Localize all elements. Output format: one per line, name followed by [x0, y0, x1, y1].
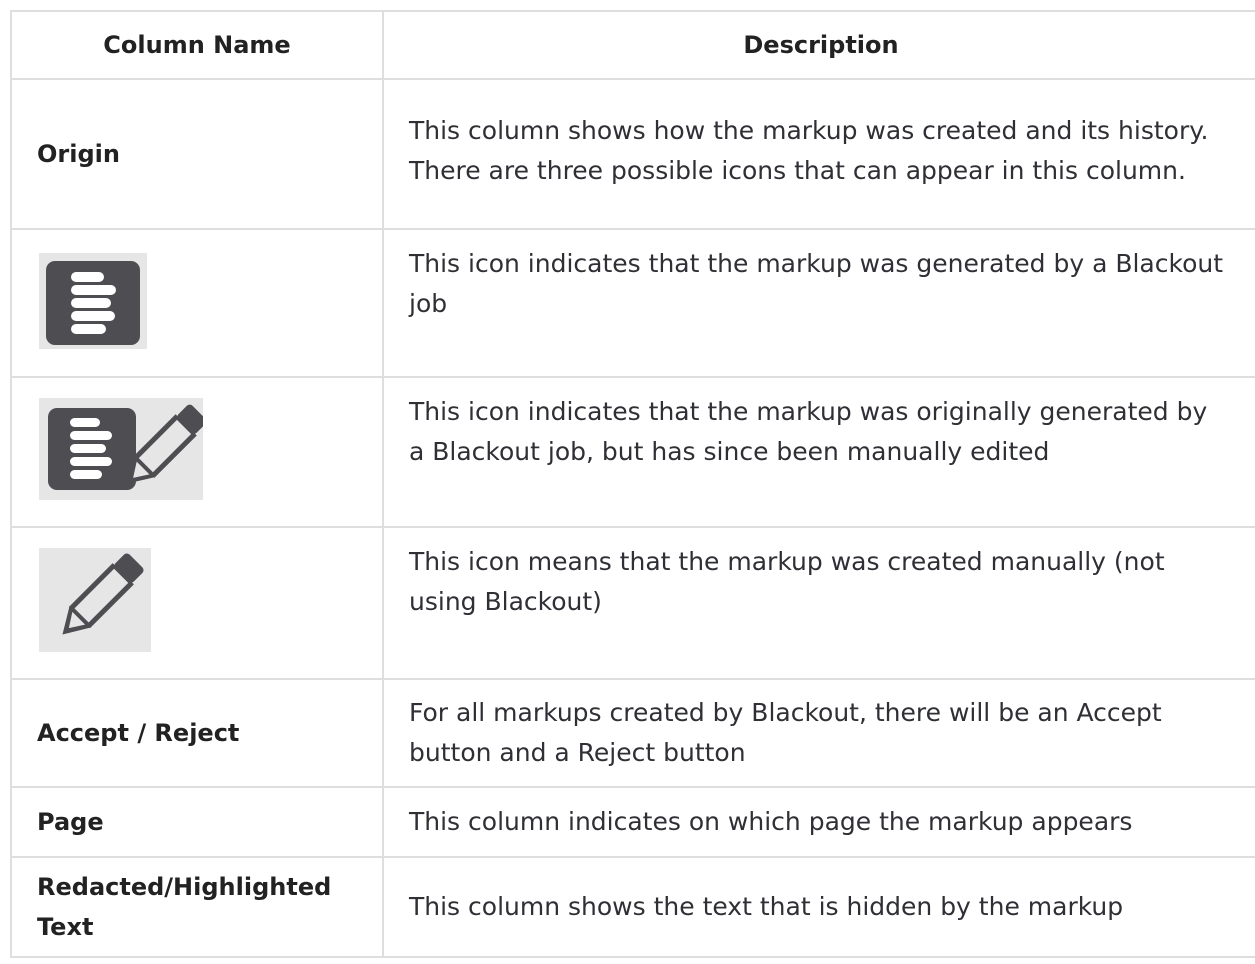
table-row: This icon indicates that the markup was … [10, 376, 1255, 528]
manual-pencil-icon [39, 548, 151, 652]
row-description: This column shows the text that is hidde… [382, 856, 1255, 958]
blackout-job-icon [39, 253, 147, 349]
table-row: Page This column indicates on which page… [10, 786, 1255, 858]
table-row: Accept / Reject For all markups created … [10, 678, 1255, 788]
row-description: This column indicates on which page the … [382, 786, 1255, 858]
row-description: This icon indicates that the markup was … [382, 376, 1255, 528]
table-row: Redacted/Highlighted Text This column sh… [10, 856, 1255, 958]
row-icon-cell [10, 228, 384, 378]
row-name-accept-reject: Accept / Reject [10, 678, 384, 788]
row-name-redacted-text: Redacted/Highlighted Text [10, 856, 384, 958]
header-column-name: Column Name [10, 10, 384, 80]
markup-columns-table: Column Name Description Origin This colu… [10, 10, 1255, 958]
table-row: Origin This column shows how the markup … [10, 78, 1255, 230]
header-description: Description [382, 10, 1255, 80]
row-description: This icon indicates that the markup was … [382, 228, 1255, 378]
blackout-job-edited-icon [39, 398, 207, 500]
row-description: For all markups created by Blackout, the… [382, 678, 1255, 788]
row-name-origin: Origin [10, 78, 384, 230]
row-description: This column shows how the markup was cre… [382, 78, 1255, 230]
row-description: This icon means that the markup was crea… [382, 526, 1255, 680]
row-name-page: Page [10, 786, 384, 858]
row-icon-cell [10, 526, 384, 680]
table-header-row: Column Name Description [10, 10, 1255, 80]
row-icon-cell [10, 376, 384, 528]
table-row: This icon means that the markup was crea… [10, 526, 1255, 680]
table-row: This icon indicates that the markup was … [10, 228, 1255, 378]
